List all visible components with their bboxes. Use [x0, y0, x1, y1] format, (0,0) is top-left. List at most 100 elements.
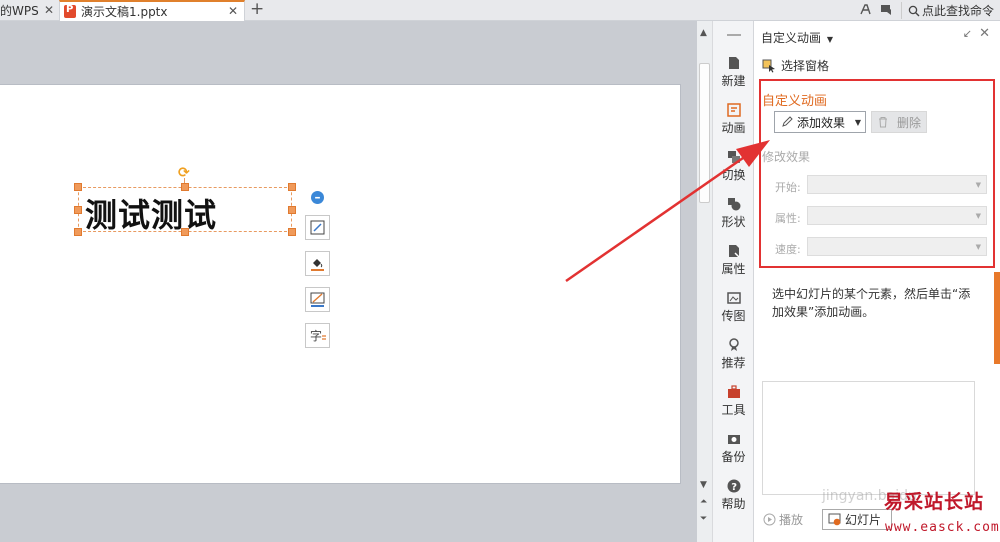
tab-bar: 的WPS ✕ 演示文稿1.pptx ✕ + 点此查找命令 — [0, 0, 1000, 21]
sidebar-item-upload-image[interactable]: 传图 — [713, 291, 754, 337]
next-page-icon[interactable]: ⏷ — [700, 514, 707, 524]
select-pane-button[interactable]: 选择窗格 — [762, 57, 829, 74]
close-icon[interactable]: ✕ — [44, 3, 54, 17]
resize-handle[interactable] — [74, 183, 82, 191]
feedback-icon[interactable] — [880, 3, 893, 19]
scrollbar-thumb[interactable] — [699, 63, 710, 203]
sidebar-item-label: 形状 — [721, 215, 746, 229]
sidebar-item-label: 属性 — [721, 262, 746, 276]
hint-text: 选中幻灯片的某个元素，然后单击“添加效果”添加动画。 — [772, 287, 971, 319]
animation-icon — [726, 103, 741, 117]
sidebar-item-animation[interactable]: 动画 — [713, 103, 754, 149]
property-icon — [728, 245, 740, 258]
custom-animation-panel: 自定义动画 ▼ ↙ ✕ 选择窗格 自定义动画 添加效果 ▼ 删除 修改效果 开始… — [753, 21, 1000, 542]
pptx-file-icon — [64, 4, 76, 18]
scroll-up-icon[interactable]: ▲ — [700, 28, 707, 38]
delete-button[interactable]: 删除 — [871, 111, 927, 133]
resize-handle[interactable] — [74, 228, 82, 236]
text-format-icon: 字 — [310, 328, 326, 343]
slide-text-box[interactable]: 测试测试 — [78, 187, 292, 234]
sidebar-item-property[interactable]: 属性 — [713, 244, 754, 290]
sidebar-item-label: 推荐 — [721, 356, 746, 370]
sidebar-item-label: 切换 — [721, 168, 746, 182]
svg-text:?: ? — [731, 482, 737, 493]
text-format-button[interactable]: 字 — [305, 323, 330, 348]
resize-handle[interactable] — [74, 206, 82, 214]
slide-text[interactable]: 测试测试 — [85, 190, 217, 236]
start-select[interactable]: ▼ — [807, 175, 987, 194]
toolbox-icon — [727, 385, 740, 398]
speed-label: 速度: — [775, 243, 801, 256]
new-doc-icon — [728, 57, 739, 69]
select-pane-icon — [762, 59, 775, 72]
add-effect-button[interactable]: 添加效果 ▼ — [774, 111, 866, 133]
pencil-icon — [782, 116, 793, 127]
chevron-down-icon: ▼ — [975, 212, 981, 220]
minimize-panel-icon[interactable]: ↙ — [963, 27, 972, 40]
line-color-icon — [310, 292, 325, 307]
sidebar-item-help[interactable]: ? 帮助 — [713, 479, 754, 525]
property-label: 属性: — [775, 212, 801, 225]
sidebar-item-label: 帮助 — [721, 497, 746, 511]
vertical-scrollbar[interactable]: ▲ ▼ ⏶ ⏷ — [697, 21, 712, 542]
chevron-down-icon: ▼ — [854, 118, 861, 127]
chevron-down-icon: ▼ — [826, 35, 833, 44]
resize-handle[interactable] — [288, 183, 296, 191]
sidebar-item-label: 备份 — [721, 450, 746, 464]
section-heading: 自定义动画 — [762, 94, 828, 109]
animation-list[interactable] — [762, 381, 975, 495]
watermark-brand: 易采站长站 — [884, 491, 985, 513]
shape-style-button[interactable] — [305, 215, 330, 240]
sidebar-item-recommend[interactable]: 推荐 — [713, 338, 754, 384]
shape-icon — [727, 198, 740, 211]
line-color-button[interactable] — [305, 287, 330, 312]
collapse-tools-icon[interactable]: – — [311, 191, 324, 204]
property-select[interactable]: ▼ — [807, 206, 987, 225]
resize-handle[interactable] — [181, 183, 189, 191]
tabbar-right-tools: 点此查找命令 — [859, 0, 1000, 21]
play-label: 播放 — [779, 513, 804, 527]
panel-collapse-tab[interactable] — [994, 272, 1000, 364]
select-pane-label: 选择窗格 — [781, 59, 830, 73]
transition-icon — [727, 151, 740, 163]
side-icon-bar: 新建 动画 切换 形状 属性 传图 推荐 工具 备份 ? 帮助 — [712, 21, 753, 542]
start-label: 开始: — [775, 181, 801, 194]
skin-icon[interactable] — [859, 3, 872, 19]
add-tab-icon[interactable]: + — [250, 0, 264, 19]
find-command-search[interactable]: 点此查找命令 — [900, 2, 994, 19]
tab-document-label: 演示文稿1.pptx — [81, 5, 168, 19]
chevron-down-icon: ▼ — [975, 243, 981, 251]
delete-label: 删除 — [897, 115, 922, 130]
sidebar-item-shape[interactable]: 形状 — [713, 197, 754, 243]
sidebar-item-new[interactable]: 新建 — [713, 56, 754, 102]
close-icon[interactable]: ✕ — [979, 26, 990, 41]
panel-title[interactable]: 自定义动画 ▼ — [761, 29, 833, 46]
backup-icon — [727, 435, 740, 444]
tab-document[interactable]: 演示文稿1.pptx ✕ — [59, 0, 245, 21]
slide-canvas[interactable] — [0, 84, 681, 484]
watermark-url: www.easck.com — [885, 520, 1000, 535]
find-command-label: 点此查找命令 — [921, 4, 994, 18]
sidebar-item-tools[interactable]: 工具 — [713, 385, 754, 431]
watermark: 易采站长站 www.easck.com — [840, 482, 1000, 542]
resize-handle[interactable] — [288, 206, 296, 214]
sidebar-item-transition[interactable]: 切换 — [713, 150, 754, 196]
svg-text:字: 字 — [310, 328, 322, 343]
resize-handle[interactable] — [288, 228, 296, 236]
sidebar-item-backup[interactable]: 备份 — [713, 432, 754, 478]
close-icon[interactable]: ✕ — [228, 4, 238, 18]
tab-wps-label: 的WPS — [0, 4, 39, 18]
fill-color-button[interactable] — [305, 251, 330, 276]
modify-effect-heading: 修改效果 — [762, 150, 811, 164]
sidebar-item-label: 新建 — [721, 74, 746, 88]
speed-select[interactable]: ▼ — [807, 237, 987, 256]
sidebar-item-label: 动画 — [721, 121, 746, 135]
tab-wps[interactable]: 的WPS ✕ — [0, 0, 58, 21]
play-button[interactable]: 播放 — [763, 511, 803, 528]
resize-handle[interactable] — [181, 228, 189, 236]
sidebar-grip — [727, 34, 741, 36]
prev-page-icon[interactable]: ⏶ — [700, 497, 707, 507]
recommend-icon — [728, 338, 739, 351]
shape-style-icon — [310, 220, 325, 235]
scroll-down-icon[interactable]: ▼ — [700, 480, 707, 490]
